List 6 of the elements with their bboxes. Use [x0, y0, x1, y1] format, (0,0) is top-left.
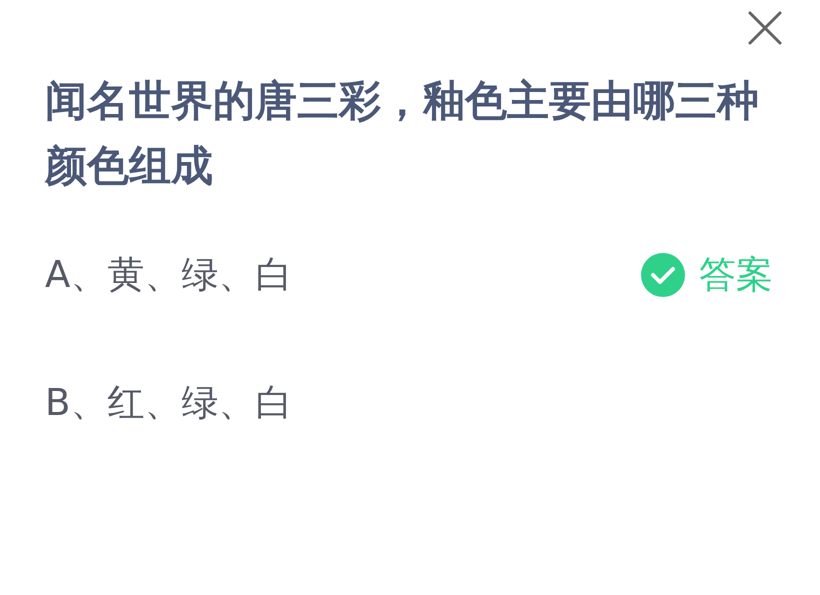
question-text: 闻名世界的唐三彩，釉色主要由哪三种颜色组成 — [45, 75, 760, 192]
option-text[interactable]: A、黄、绿、白 — [45, 256, 292, 294]
close-icon — [748, 11, 782, 45]
check-icon — [641, 253, 685, 297]
option-text[interactable]: B、红、绿、白 — [45, 384, 292, 422]
answer-label: 答案 — [699, 256, 773, 294]
